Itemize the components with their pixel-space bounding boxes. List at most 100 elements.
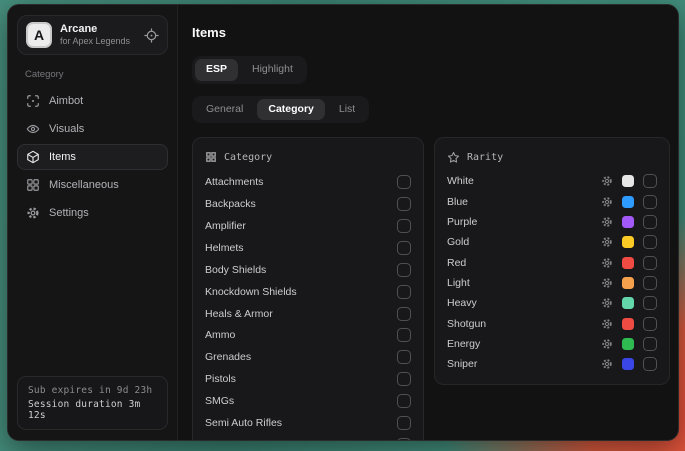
checkbox-rarity-blue[interactable] — [643, 195, 657, 209]
checkbox-attachments[interactable] — [397, 175, 411, 189]
category-row-label: Body Shields — [205, 264, 266, 276]
checkbox-grenades[interactable] — [397, 350, 411, 364]
rarity-row-label: Energy — [447, 338, 480, 350]
category-rows: AttachmentsBackpacksAmplifierHelmetsBody… — [205, 171, 411, 441]
category-panel-header: Category — [205, 148, 411, 166]
checkbox-rarity-red[interactable] — [643, 256, 657, 270]
rarity-row-label: Shotgun — [447, 318, 486, 330]
sidebar-item-label: Miscellaneous — [49, 179, 119, 191]
category-row-label: SMGs — [205, 395, 234, 407]
checkbox-rarity-gold[interactable] — [643, 235, 657, 249]
mode-tabs: ESPHighlight — [192, 56, 307, 84]
category-row-body-shields: Body Shields — [205, 259, 411, 281]
rarity-row-label: Heavy — [447, 297, 477, 309]
rarity-row-controls — [601, 337, 657, 351]
scan-target-icon[interactable] — [144, 28, 159, 43]
sidebar-item-aimbot[interactable]: Aimbot — [17, 88, 168, 114]
sidebar-item-label: Items — [49, 151, 76, 163]
color-swatch-white[interactable] — [622, 175, 634, 187]
checkbox-rarity-purple[interactable] — [643, 215, 657, 229]
category-row-label: Semi Auto Rifles — [205, 417, 282, 429]
checkbox-rarity-white[interactable] — [643, 174, 657, 188]
color-swatch-sniper[interactable] — [622, 358, 634, 370]
category-row-grenades: Grenades — [205, 346, 411, 368]
checkbox-helmets[interactable] — [397, 241, 411, 255]
rarity-row-controls — [601, 235, 657, 249]
sidebar-section-label: Category — [25, 69, 168, 80]
color-swatch-gold[interactable] — [622, 236, 634, 248]
rarity-row-label: Purple — [447, 216, 477, 228]
color-swatch-blue[interactable] — [622, 196, 634, 208]
category-row-label: Ammo — [205, 329, 235, 341]
app-logo: A — [26, 22, 52, 48]
checkbox-rarity-energy[interactable] — [643, 337, 657, 351]
tab-highlight[interactable]: Highlight — [241, 59, 304, 81]
app-logo-card: A Arcane for Apex Legends — [17, 15, 168, 55]
tab-esp[interactable]: ESP — [195, 59, 238, 81]
checkbox-rarity-heavy[interactable] — [643, 296, 657, 310]
color-swatch-heavy[interactable] — [622, 297, 634, 309]
rarity-row-blue: Blue — [447, 192, 657, 212]
gear-small-icon[interactable] — [601, 318, 613, 330]
rarity-row-controls — [601, 256, 657, 270]
rarity-panel: Rarity WhiteBluePurpleGoldRedLightHeavyS… — [434, 137, 670, 385]
checkbox-amplifier[interactable] — [397, 219, 411, 233]
gear-small-icon[interactable] — [601, 297, 613, 309]
rarity-row-controls — [601, 174, 657, 188]
checkbox-pistols[interactable] — [397, 372, 411, 386]
sidebar-item-visuals[interactable]: Visuals — [17, 116, 168, 142]
category-row-backpacks: Backpacks — [205, 193, 411, 215]
sidebar-item-items[interactable]: Items — [17, 144, 168, 170]
checkbox-backpacks[interactable] — [397, 197, 411, 211]
category-row-smgs: SMGs — [205, 390, 411, 412]
checkbox-rarity-light[interactable] — [643, 276, 657, 290]
checkbox-rarity-sniper[interactable] — [643, 357, 657, 371]
category-panel: Category AttachmentsBackpacksAmplifierHe… — [192, 137, 424, 441]
rarity-row-controls — [601, 357, 657, 371]
sidebar-item-settings[interactable]: Settings — [17, 200, 168, 226]
checkbox-heals-armor[interactable] — [397, 307, 411, 321]
checkbox-rarity-shotgun[interactable] — [643, 317, 657, 331]
checkbox-body-shields[interactable] — [397, 263, 411, 277]
rarity-row-label: White — [447, 175, 474, 187]
checkbox-knockdown-shields[interactable] — [397, 285, 411, 299]
app-logo-text: Arcane for Apex Legends — [60, 23, 136, 48]
gear-small-icon[interactable] — [601, 175, 613, 187]
rarity-row-label: Blue — [447, 196, 468, 208]
sidebar: A Arcane for Apex Legends Category Aimbo… — [8, 5, 178, 440]
gear-small-icon[interactable] — [601, 257, 613, 269]
checkbox-smgs[interactable] — [397, 394, 411, 408]
checkbox-ammo[interactable] — [397, 328, 411, 342]
checkbox-semi-auto-rifles[interactable] — [397, 416, 411, 430]
rarity-row-shotgun: Shotgun — [447, 313, 657, 333]
category-row-label: Amplifier — [205, 220, 246, 232]
color-swatch-purple[interactable] — [622, 216, 634, 228]
rarity-row-controls — [601, 215, 657, 229]
rarity-rows: WhiteBluePurpleGoldRedLightHeavyShotgunE… — [447, 171, 657, 374]
gear-small-icon[interactable] — [601, 338, 613, 350]
tab-list[interactable]: List — [328, 99, 366, 121]
gear-small-icon[interactable] — [601, 216, 613, 228]
color-swatch-energy[interactable] — [622, 338, 634, 350]
color-swatch-shotgun[interactable] — [622, 318, 634, 330]
checkbox-assault-rifles[interactable] — [397, 438, 411, 441]
sidebar-item-label: Visuals — [49, 123, 84, 135]
grid-icon — [26, 178, 40, 192]
category-row-label: Grenades — [205, 351, 251, 363]
gear-small-icon[interactable] — [601, 236, 613, 248]
rarity-row-red: Red — [447, 252, 657, 272]
sidebar-item-miscellaneous[interactable]: Miscellaneous — [17, 172, 168, 198]
color-swatch-red[interactable] — [622, 257, 634, 269]
gear-small-icon[interactable] — [601, 196, 613, 208]
rarity-row-controls — [601, 276, 657, 290]
color-swatch-light[interactable] — [622, 277, 634, 289]
rarity-panel-header: Rarity — [447, 148, 657, 166]
category-row-label: Heals & Armor — [205, 308, 273, 320]
gear-small-icon[interactable] — [601, 277, 613, 289]
app-title: Arcane — [60, 23, 136, 37]
category-row-label: Pistols — [205, 373, 236, 385]
gear-small-icon[interactable] — [601, 358, 613, 370]
page-title: Items — [192, 25, 678, 40]
tab-general[interactable]: General — [195, 99, 254, 121]
tab-category[interactable]: Category — [257, 99, 325, 121]
